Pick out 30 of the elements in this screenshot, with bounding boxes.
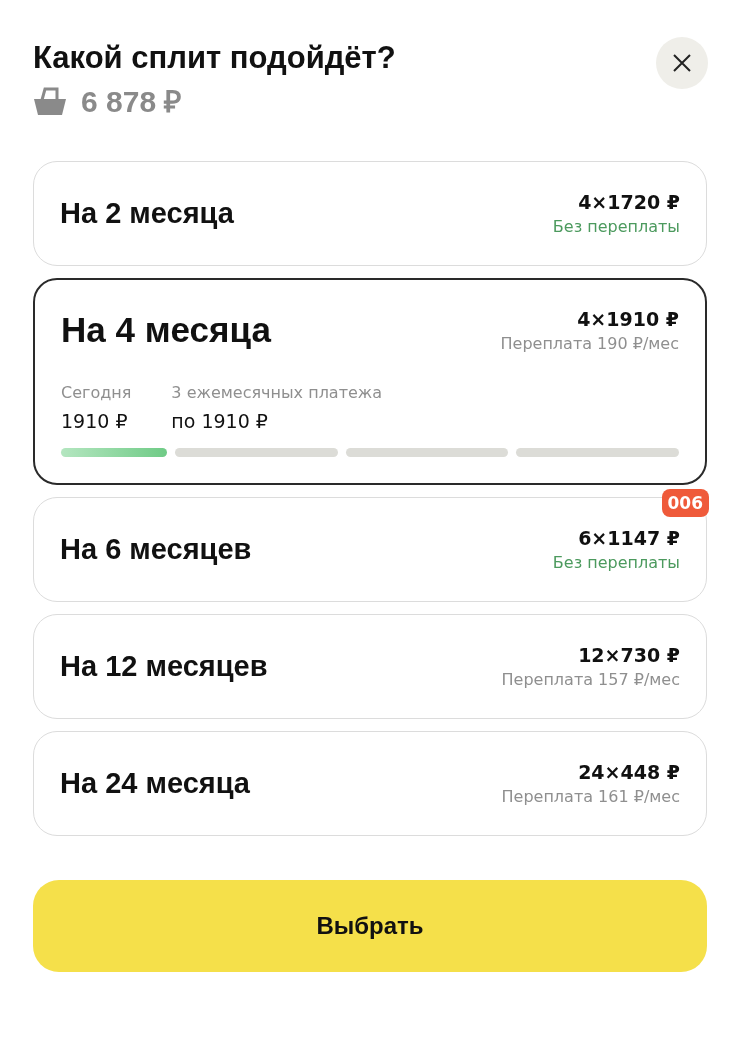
payment-amount: 12×730 ₽ <box>577 642 680 668</box>
plan-title: На 4 месяца <box>61 310 271 350</box>
total-amount: 6 878 ₽ <box>81 84 182 120</box>
payment-note: Без переплаты <box>552 215 680 238</box>
payment-note: Переплата 157 ₽/мес <box>501 668 680 691</box>
promo-badge: 006 <box>661 489 709 517</box>
plan-card[interactable]: На 4 месяца 4×1910 ₽ Переплата 190 ₽/мес Сегодня 1910 ₽ 3 ежемесячных платежа по 1910 ₽ <box>33 278 707 485</box>
plan-title: На 2 месяца <box>60 197 234 230</box>
close-icon <box>672 53 692 73</box>
plan-card[interactable]: На 2 месяца 4×1720 ₽ Без переплаты <box>33 161 707 266</box>
payment-amount: 4×1910 ₽ <box>576 307 679 332</box>
payment-amount: 4×1720 ₽ <box>577 189 680 215</box>
close-button[interactable] <box>656 37 708 89</box>
payment-note: Переплата 190 ₽/мес <box>500 333 679 355</box>
schedule-label: 3 ежемесячных платежа <box>171 382 383 404</box>
sheet-title: Какой сплит подойдёт? <box>33 40 396 76</box>
plan-card[interactable]: На 12 месяцев 12×730 ₽ Переплата 157 ₽/мес <box>33 614 707 719</box>
payment-amount: 24×448 ₽ <box>577 759 680 785</box>
payment-amount: 6×1147 ₽ <box>577 525 680 551</box>
choose-button[interactable]: Выбрать <box>33 880 707 972</box>
plan-title: На 6 месяцев <box>60 533 252 566</box>
plan-title: На 12 месяцев <box>60 650 268 683</box>
schedule-label: Сегодня <box>61 382 132 404</box>
schedule-amount: 1910 ₽ <box>61 409 129 434</box>
schedule-amount: по 1910 ₽ <box>171 409 269 434</box>
plan-title: На 24 месяца <box>60 767 250 800</box>
payment-note: Переплата 161 ₽/мес <box>501 785 680 808</box>
plan-card[interactable]: На 24 месяца 24×448 ₽ Переплата 161 ₽/мес <box>33 731 707 836</box>
payment-note: Без переплаты <box>552 551 680 574</box>
basket-icon <box>33 85 67 116</box>
